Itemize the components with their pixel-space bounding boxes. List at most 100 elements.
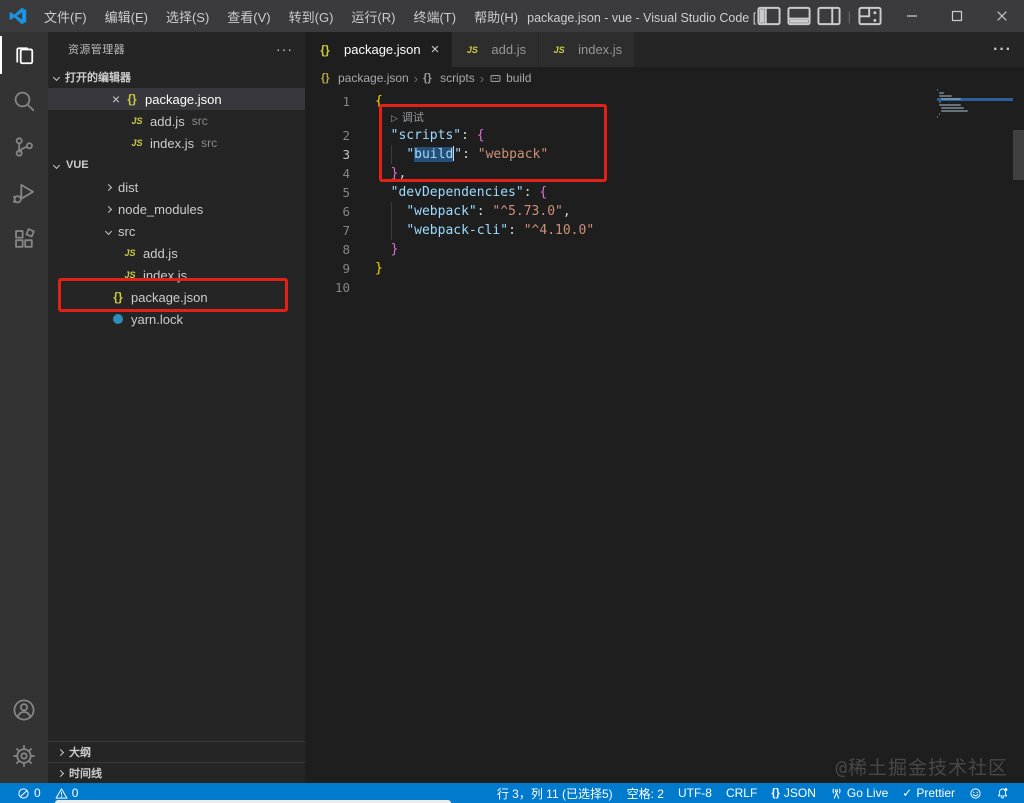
- breadcrumb-package-json[interactable]: {} package.json: [321, 71, 409, 85]
- menu-edit[interactable]: 编辑(E): [96, 0, 157, 32]
- layout-sidebar-right-icon[interactable]: [816, 3, 842, 29]
- file-label: index.js: [150, 135, 195, 151]
- open-editor-index-js[interactable]: JS index.js src: [48, 132, 305, 154]
- code-line-8: 8 }: [305, 240, 1024, 259]
- menu-view[interactable]: 查看(V): [218, 0, 279, 32]
- broadcast-icon: [830, 787, 843, 800]
- annotation-rect-code: [379, 104, 607, 182]
- minimap-line: [939, 101, 942, 103]
- menu-run[interactable]: 运行(R): [342, 0, 404, 32]
- scrollbar-thumb[interactable]: [1013, 130, 1024, 180]
- minimize-icon: [904, 8, 920, 24]
- tab-label: add.js: [491, 42, 527, 57]
- js-file-icon: JS: [553, 44, 565, 55]
- code-editor[interactable]: 1{▷ 调试 2 "scripts": {3 "build": "webpack" 4…: [305, 89, 1024, 783]
- breadcrumb: {} package.json › {} scripts › build: [305, 67, 1024, 89]
- activity-run-debug[interactable]: [0, 170, 48, 216]
- status-language-mode[interactable]: {} JSON: [764, 783, 823, 803]
- activity-extensions[interactable]: [0, 216, 48, 262]
- status-problems-errors[interactable]: 0: [10, 783, 48, 803]
- layout-customize-icon[interactable]: [857, 3, 883, 29]
- activity-search[interactable]: [0, 78, 48, 124]
- menu-go[interactable]: 转到(G): [280, 0, 343, 32]
- error-icon: [17, 787, 30, 800]
- feedback-icon: [969, 787, 982, 800]
- section-item[interactable]: 大纲: [48, 741, 305, 762]
- check-icon: ✓: [902, 786, 913, 800]
- layout-sidebar-left-icon[interactable]: [756, 3, 782, 29]
- line-number: 5: [342, 185, 350, 200]
- activity-source-control[interactable]: [0, 124, 48, 170]
- activity-explorer[interactable]: [0, 32, 48, 78]
- status-notifications[interactable]: [989, 783, 1016, 803]
- vscode-window: 文件(F) 编辑(E) 选择(S) 查看(V) 转到(G) 运行(R) 终端(T) 帮助(H)…: [0, 0, 1024, 803]
- sidebar-more-actions-icon[interactable]: ···: [276, 41, 293, 57]
- tree-folder-node-modules[interactable]: node_modules: [48, 198, 305, 220]
- tab-index-js[interactable]: JS index.js: [539, 32, 636, 67]
- activity-settings[interactable]: [0, 733, 48, 779]
- line-number: 7: [342, 223, 350, 238]
- tree-folder-dist[interactable]: dist: [48, 176, 305, 198]
- minimap-line: [939, 104, 962, 106]
- folder-label: dist: [118, 179, 139, 195]
- editor-group: {} package.json × JS add.js JS index.js ··· {}…: [305, 32, 1024, 783]
- status-eol[interactable]: CRLF: [719, 783, 764, 803]
- minimap-line: [941, 98, 962, 100]
- breadcrumb-scripts[interactable]: {} scripts: [423, 71, 475, 85]
- minimap[interactable]: [937, 89, 1013, 153]
- sidebar-title: 资源管理器: [68, 44, 125, 56]
- indent-guide: [391, 221, 392, 240]
- window-controls: [889, 0, 1024, 32]
- minimap-line: [937, 116, 939, 118]
- activity-accounts[interactable]: [0, 687, 48, 733]
- close-icon[interactable]: ×: [108, 91, 124, 107]
- status-encoding[interactable]: UTF-8: [671, 783, 719, 803]
- tab-package-json[interactable]: {} package.json ×: [305, 32, 453, 67]
- file-label: add.js: [150, 113, 185, 129]
- line-number: 1: [342, 94, 350, 109]
- tab-add-js[interactable]: JS add.js: [452, 32, 540, 67]
- chevron-right-icon: [56, 748, 65, 756]
- open-editor-add-js[interactable]: JS add.js src: [48, 110, 305, 132]
- chevron-right-icon: [56, 769, 65, 777]
- braces-icon: {}: [771, 787, 780, 799]
- line-number: 8: [342, 242, 350, 257]
- status-indentation[interactable]: 空格: 2: [620, 783, 671, 803]
- tree-folder-src[interactable]: src: [48, 220, 305, 242]
- watermark: @稀土掘金技术社区: [835, 757, 1008, 779]
- status-go-live[interactable]: Go Live: [823, 783, 895, 803]
- breadcrumb-build[interactable]: build: [489, 71, 531, 85]
- file-label: package.json: [145, 91, 222, 107]
- maximize-button[interactable]: [934, 0, 979, 32]
- menu-terminal[interactable]: 终端(T): [404, 0, 465, 32]
- js-file-icon: JS: [131, 138, 143, 148]
- more-actions-icon[interactable]: ···: [993, 41, 1012, 59]
- menu-file[interactable]: 文件(F): [35, 0, 96, 32]
- sidebar-title-row: 资源管理器 ···: [48, 32, 305, 66]
- tree-file-add-js[interactable]: JS add.js: [48, 242, 305, 264]
- window-close-icon: [994, 8, 1010, 24]
- minimap-line: [941, 107, 965, 109]
- editor-scrollbar[interactable]: [1013, 89, 1024, 783]
- section-item[interactable]: 时间线: [48, 762, 305, 783]
- status-feedback[interactable]: [962, 783, 989, 803]
- sidebar-bottom-sections: 大纲 时间线: [48, 741, 305, 783]
- explorer-sidebar: 资源管理器 ··· 打开的编辑器 ×{} package.json JS add.js…: [48, 32, 305, 783]
- close-button[interactable]: [979, 0, 1024, 32]
- layout-controls: |: [756, 3, 883, 29]
- status-prettier[interactable]: ✓ Prettier: [895, 783, 962, 803]
- js-file-icon: JS: [124, 248, 136, 258]
- close-icon[interactable]: ×: [431, 41, 440, 58]
- tab-label: index.js: [578, 42, 623, 57]
- tree-root-header[interactable]: VUE: [48, 154, 305, 176]
- minimap-line: [939, 92, 944, 94]
- line-number: 3: [342, 147, 350, 162]
- open-editors-header[interactable]: 打开的编辑器: [48, 66, 305, 88]
- menu-help[interactable]: 帮助(H): [465, 0, 527, 32]
- code-line-6: 6 "webpack": "^5.73.0",: [305, 202, 1024, 221]
- open-editor-package-json[interactable]: ×{} package.json: [48, 88, 305, 110]
- minimize-button[interactable]: [889, 0, 934, 32]
- status-cursor-position[interactable]: 行 3，列 11 (已选择5): [490, 783, 620, 803]
- layout-panel-icon[interactable]: [786, 3, 812, 29]
- menu-selection[interactable]: 选择(S): [157, 0, 218, 32]
